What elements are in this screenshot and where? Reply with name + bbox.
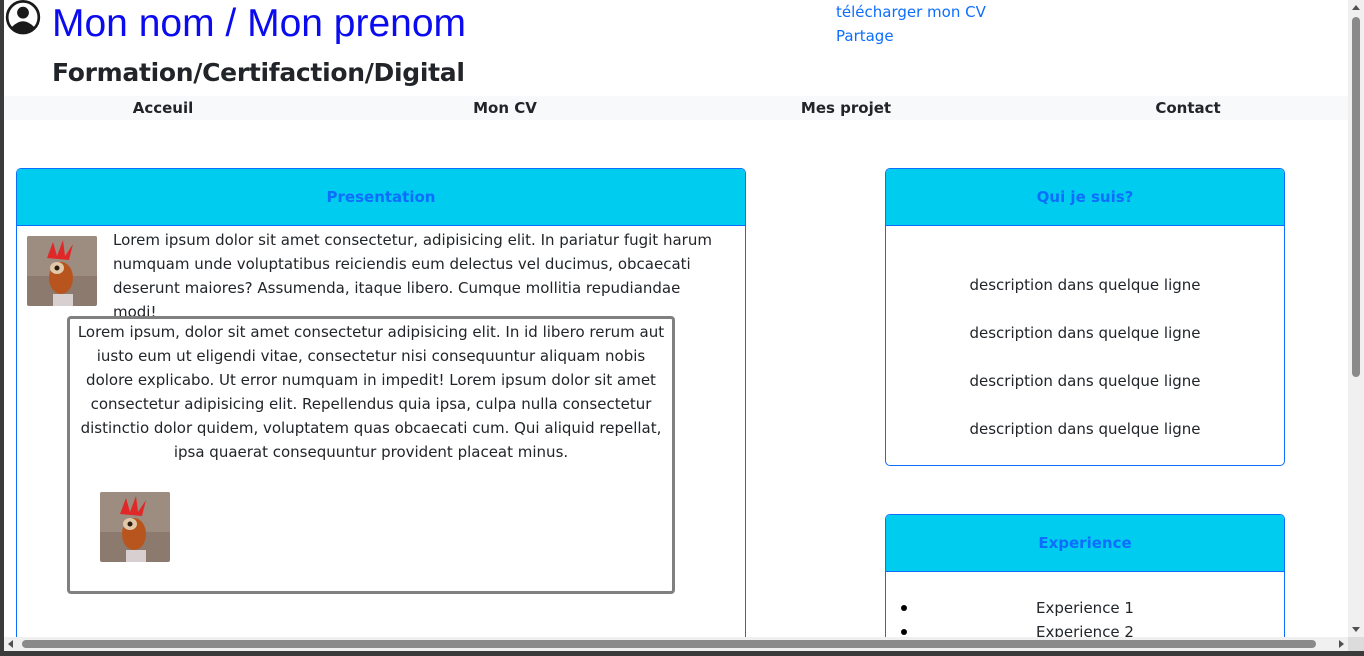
experience-item: Experience 1 (886, 596, 1284, 620)
scroll-up-icon[interactable] (1352, 5, 1360, 10)
presentation-intro: Lorem ipsum dolor sit amet consectetur, … (17, 226, 745, 321)
who-card: Qui je suis? description dans quelque li… (885, 168, 1285, 466)
bullet-icon (901, 629, 907, 635)
horizontal-scrollbar[interactable] (4, 637, 1348, 651)
scroll-right-icon[interactable] (1339, 640, 1344, 648)
experience-card-header: Experience (886, 515, 1284, 572)
presentation-intro-text: Lorem ipsum dolor sit amet consectetur, … (113, 231, 712, 321)
site-subtitle: Formation/Certifaction/Digital (52, 58, 465, 87)
user-circle-icon (5, 0, 41, 35)
experience-card: Experience Experience 1 Experience 2 (885, 514, 1285, 637)
who-description-line: description dans quelque ligne (969, 372, 1201, 390)
experience-item-label: Experience 2 (1036, 623, 1134, 637)
scroll-left-icon[interactable] (8, 640, 13, 648)
download-cv-link[interactable]: télécharger mon CV (836, 0, 986, 24)
header-links: télécharger mon CV Partage (836, 0, 986, 48)
main-nav: Acceuil Mon CV Mes projet Contact (4, 96, 1348, 120)
presentation-image (100, 492, 170, 562)
experience-item: Experience 2 (886, 620, 1284, 637)
vertical-scrollbar[interactable] (1348, 0, 1364, 637)
share-link[interactable]: Partage (836, 24, 986, 48)
nav-item-mes-projet[interactable]: Mes projet (801, 96, 891, 120)
scroll-down-icon[interactable] (1352, 627, 1360, 632)
nav-item-acceuil[interactable]: Acceuil (133, 96, 194, 120)
page-viewport: Mon nom / Mon prenom Formation/Certifact… (4, 0, 1348, 637)
nav-item-contact[interactable]: Contact (1155, 96, 1220, 120)
experience-item-label: Experience 1 (1036, 599, 1134, 617)
presentation-box-text: Lorem ipsum, dolor sit amet consectetur … (77, 323, 665, 461)
scrollbar-corner (1348, 637, 1364, 651)
presentation-card: Presentation Lorem ipsum dolor sit amet … (16, 168, 746, 637)
profile-image (27, 236, 97, 306)
presentation-card-header: Presentation (17, 169, 745, 226)
nav-item-mon-cv[interactable]: Mon CV (473, 96, 537, 120)
bullet-icon (901, 605, 907, 611)
site-name: Mon nom / Mon prenom (52, 2, 467, 45)
who-description-line: description dans quelque ligne (969, 420, 1201, 438)
presentation-box: Lorem ipsum, dolor sit amet consectetur … (67, 316, 675, 594)
who-card-header: Qui je suis? (886, 169, 1284, 226)
who-description-line: description dans quelque ligne (969, 276, 1201, 294)
who-description-line: description dans quelque ligne (969, 324, 1201, 342)
horizontal-scroll-thumb[interactable] (22, 640, 1316, 648)
vertical-scroll-thumb[interactable] (1352, 17, 1360, 377)
